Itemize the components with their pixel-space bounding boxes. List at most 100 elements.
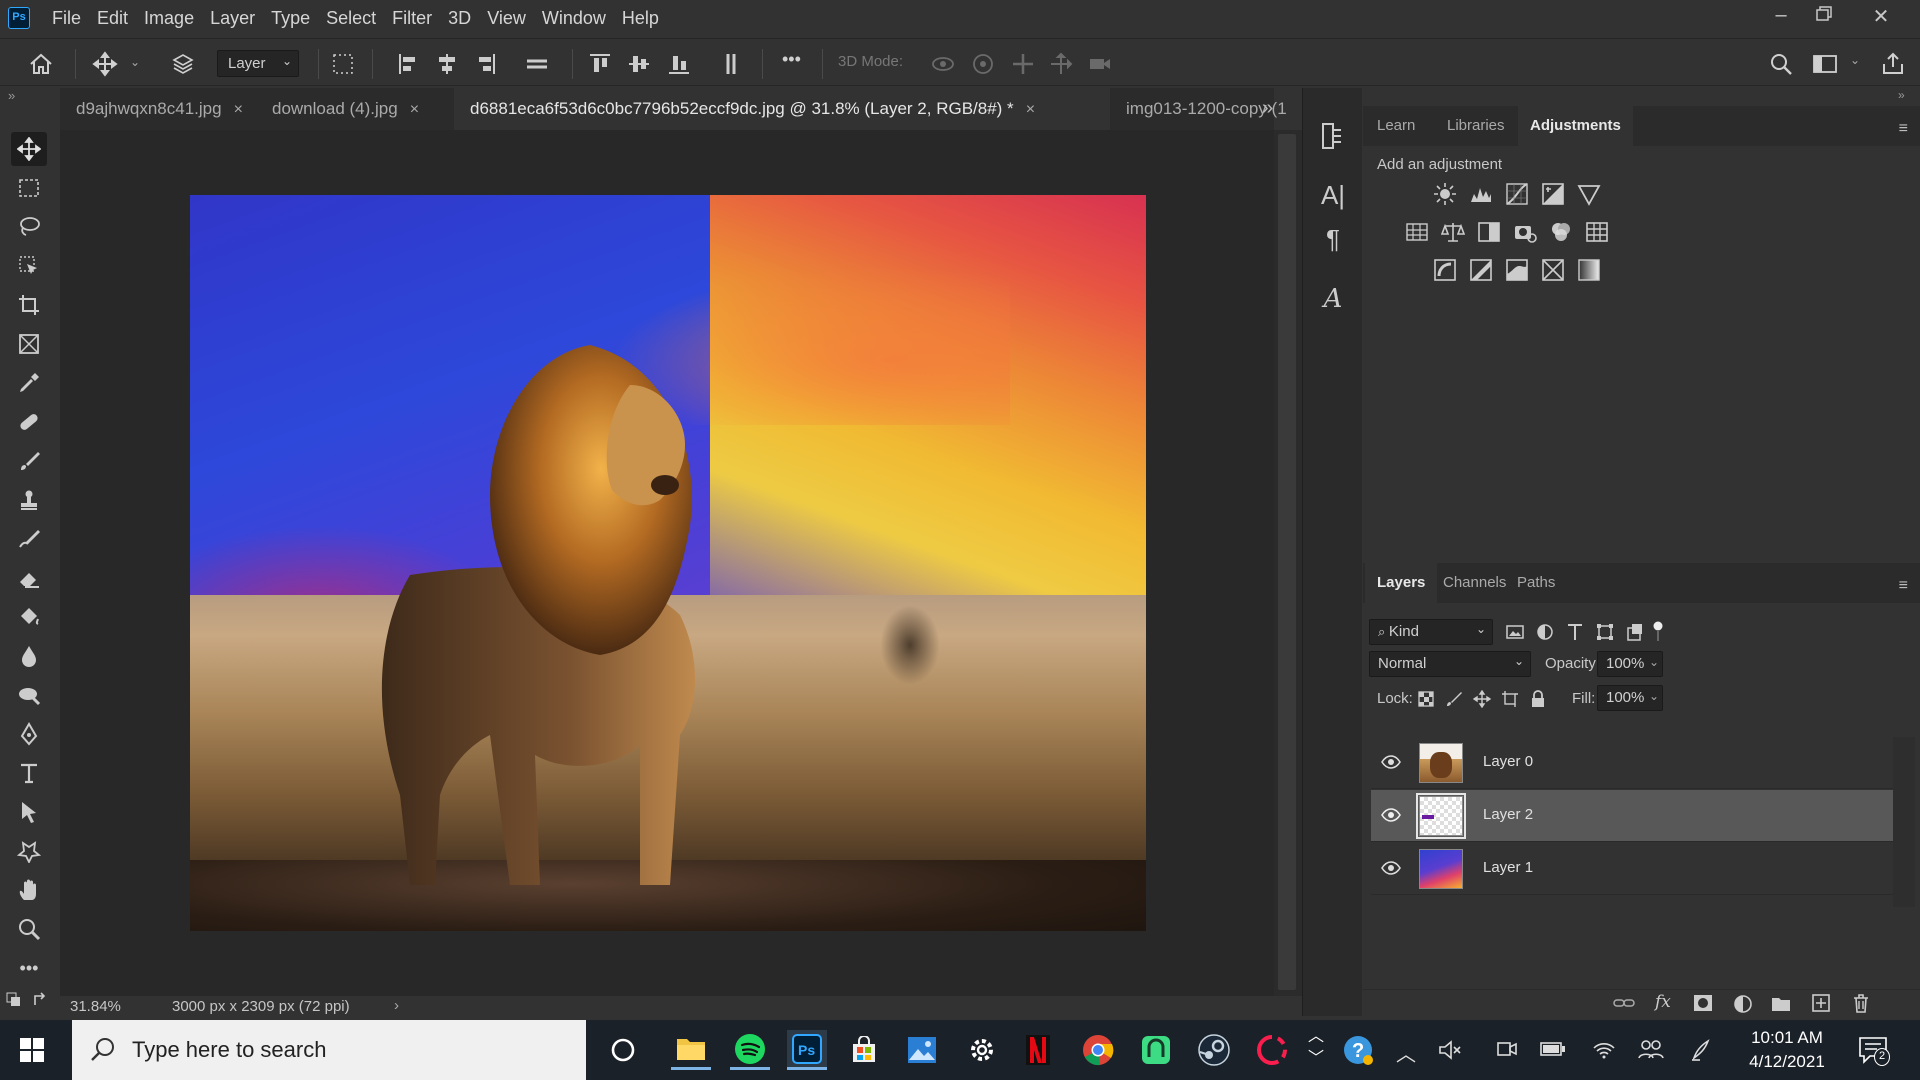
opacity-chevron-icon[interactable]: ⌄ bbox=[1649, 655, 1659, 669]
minimize-button[interactable]: – bbox=[1766, 4, 1796, 30]
menu-image[interactable]: Image bbox=[136, 8, 202, 29]
type-tool-icon[interactable] bbox=[11, 756, 47, 790]
filter-pixel-icon[interactable] bbox=[1505, 622, 1525, 642]
share-icon[interactable] bbox=[1880, 51, 1906, 77]
align-center-icon[interactable] bbox=[434, 51, 460, 77]
history-brush-tool-icon[interactable] bbox=[11, 522, 47, 556]
menu-file[interactable]: File bbox=[44, 8, 89, 29]
close-tab-icon[interactable]: × bbox=[1026, 101, 1035, 118]
tab-paths[interactable]: Paths bbox=[1505, 563, 1567, 603]
tab-document-1[interactable]: d9ajhwqxn8c41.jpg × bbox=[60, 88, 256, 130]
cortana-icon[interactable] bbox=[603, 1030, 643, 1070]
close-window-button[interactable]: ✕ bbox=[1866, 4, 1896, 30]
layer-name[interactable]: Layer 2 bbox=[1483, 806, 1533, 823]
tab-libraries[interactable]: Libraries bbox=[1435, 106, 1517, 146]
netflix-icon[interactable] bbox=[1018, 1030, 1058, 1070]
panel-menu-icon[interactable]: ≡ bbox=[1899, 120, 1908, 138]
lock-pixels-icon[interactable] bbox=[1445, 690, 1463, 708]
path-selection-tool-icon[interactable] bbox=[11, 795, 47, 829]
android-app-icon[interactable] bbox=[1136, 1030, 1176, 1070]
levels-icon[interactable] bbox=[1469, 182, 1493, 206]
exposure-icon[interactable] bbox=[1541, 182, 1565, 206]
windows-start-icon[interactable] bbox=[20, 1038, 44, 1062]
home-icon[interactable] bbox=[28, 51, 54, 77]
meet-now-icon[interactable] bbox=[1496, 1038, 1518, 1060]
panel-menu-icon[interactable]: ≡ bbox=[1899, 577, 1908, 595]
paint-bucket-tool-icon[interactable] bbox=[11, 600, 47, 634]
people-icon[interactable] bbox=[1638, 1038, 1664, 1060]
align-right-icon[interactable] bbox=[472, 51, 498, 77]
lock-all-icon[interactable] bbox=[1529, 690, 1547, 708]
blend-mode-select[interactable]: Normal ⌄ bbox=[1369, 651, 1531, 677]
object-selection-tool-icon[interactable] bbox=[11, 249, 47, 283]
taskbar-clock[interactable]: 10:01 AM 4/12/2021 bbox=[1732, 1026, 1842, 1074]
align-bottom-icon[interactable] bbox=[666, 51, 692, 77]
curves-icon[interactable] bbox=[1505, 182, 1529, 206]
move-tool-icon[interactable] bbox=[92, 51, 118, 77]
add-mask-icon[interactable] bbox=[1693, 994, 1713, 1012]
more-tools-icon[interactable]: ••• bbox=[11, 951, 47, 985]
threshold-icon[interactable] bbox=[1505, 258, 1529, 282]
settings-icon[interactable] bbox=[962, 1030, 1002, 1070]
menu-help[interactable]: Help bbox=[614, 8, 667, 29]
taskbar-search-box[interactable]: Type here to search bbox=[72, 1020, 586, 1080]
pen-tool-icon[interactable] bbox=[11, 717, 47, 751]
crop-tool-icon[interactable] bbox=[11, 288, 47, 322]
menu-window[interactable]: Window bbox=[534, 8, 614, 29]
swap-colors-icon[interactable] bbox=[32, 992, 48, 1008]
show-transform-controls-icon[interactable] bbox=[330, 51, 356, 77]
distribute-vertical-icon[interactable] bbox=[718, 51, 744, 77]
filter-type-icon[interactable] bbox=[1565, 622, 1585, 642]
steam-icon[interactable] bbox=[1194, 1030, 1234, 1070]
filter-smart-object-icon[interactable] bbox=[1625, 622, 1645, 642]
invert-icon[interactable] bbox=[1433, 258, 1457, 282]
gradient-map-icon[interactable] bbox=[1577, 258, 1601, 282]
tab-learn[interactable]: Learn bbox=[1365, 106, 1427, 146]
filter-shape-icon[interactable] bbox=[1595, 622, 1615, 642]
document-canvas[interactable] bbox=[190, 195, 1146, 931]
hand-tool-icon[interactable] bbox=[11, 873, 47, 907]
align-middle-icon[interactable] bbox=[626, 51, 652, 77]
menu-edit[interactable]: Edit bbox=[89, 8, 136, 29]
fx-icon[interactable]: fx bbox=[1655, 992, 1671, 1012]
scrollbar-thumb[interactable] bbox=[1278, 134, 1296, 990]
collapse-panels-icon[interactable]: » bbox=[1898, 88, 1905, 102]
paragraph-panel-icon[interactable]: ¶ bbox=[1317, 224, 1349, 256]
visibility-eye-icon[interactable] bbox=[1381, 861, 1401, 875]
zoom-level[interactable]: 31.84% bbox=[70, 998, 121, 1015]
marquee-tool-icon[interactable] bbox=[11, 171, 47, 205]
collapse-toolbar-icon[interactable]: » bbox=[8, 88, 15, 103]
lock-position-icon[interactable] bbox=[1473, 690, 1491, 708]
brush-tool-icon[interactable] bbox=[11, 444, 47, 478]
eyedropper-tool-icon[interactable] bbox=[11, 366, 47, 400]
file-explorer-icon[interactable] bbox=[671, 1030, 711, 1070]
custom-shape-tool-icon[interactable] bbox=[11, 834, 47, 868]
clone-stamp-tool-icon[interactable] bbox=[11, 483, 47, 517]
tab-document-2[interactable]: download (4).jpg × bbox=[256, 88, 454, 130]
group-icon[interactable] bbox=[1771, 994, 1791, 1012]
selective-color-icon[interactable] bbox=[1541, 258, 1565, 282]
photo-filter-icon[interactable] bbox=[1513, 220, 1537, 244]
history-panel-icon[interactable] bbox=[1317, 120, 1349, 152]
align-left-icon[interactable] bbox=[396, 51, 422, 77]
filter-adjustment-icon[interactable] bbox=[1535, 622, 1555, 642]
filter-kind-select[interactable]: ⌕ Kind ⌄ bbox=[1369, 619, 1493, 645]
layer-name[interactable]: Layer 1 bbox=[1483, 859, 1533, 876]
help-icon[interactable]: ? bbox=[1342, 1034, 1374, 1066]
pen-workspace-icon[interactable] bbox=[1690, 1038, 1712, 1062]
zoom-tool-icon[interactable] bbox=[11, 912, 47, 946]
layer-name[interactable]: Layer 0 bbox=[1483, 753, 1533, 770]
chevron-down-icon[interactable]: ⌄ bbox=[130, 55, 140, 69]
move-tool-icon[interactable] bbox=[11, 132, 47, 166]
layer-row-selected[interactable]: Layer 2 bbox=[1371, 790, 1903, 842]
close-tab-icon[interactable]: × bbox=[410, 101, 419, 118]
color-balance-icon[interactable] bbox=[1441, 220, 1465, 244]
tab-layers[interactable]: Layers bbox=[1365, 563, 1438, 603]
align-top-icon[interactable] bbox=[587, 51, 613, 77]
brightness-contrast-icon[interactable] bbox=[1433, 182, 1457, 206]
photoshop-icon[interactable]: Ps bbox=[787, 1030, 827, 1070]
menu-3d[interactable]: 3D bbox=[440, 8, 479, 29]
restore-button[interactable] bbox=[1808, 2, 1838, 28]
healing-brush-tool-icon[interactable] bbox=[11, 405, 47, 439]
menu-select[interactable]: Select bbox=[318, 8, 384, 29]
